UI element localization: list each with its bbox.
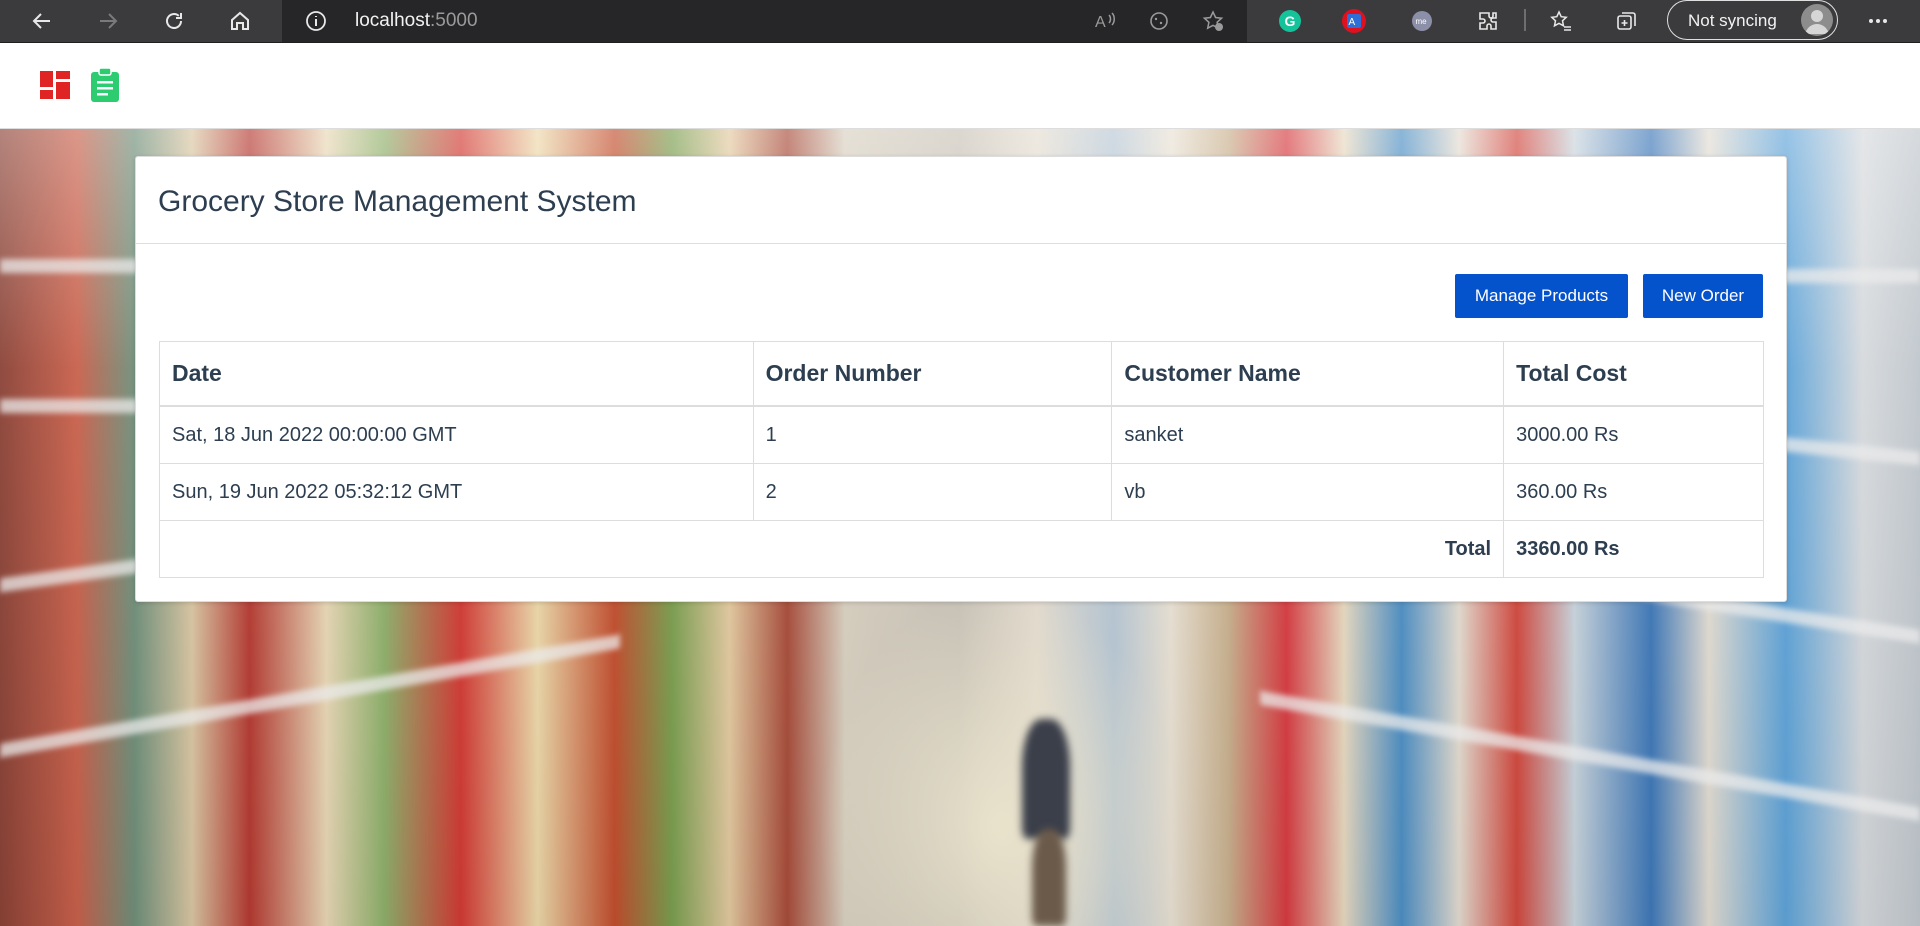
cell-customer-name: vb <box>1111 463 1505 521</box>
cell-order-number: 1 <box>752 405 1113 464</box>
add-favorite-icon[interactable] <box>1197 5 1229 37</box>
collections-icon[interactable] <box>1611 5 1643 37</box>
back-icon[interactable] <box>26 5 58 37</box>
panel-heading: Grocery Store Management System <box>136 157 1786 244</box>
browser-toolbar: localhost:5000 A G A me Not syncing <box>0 0 1920 43</box>
orders-panel: Grocery Store Management System Manage P… <box>135 156 1787 602</box>
home-icon[interactable] <box>224 5 256 37</box>
url-port: :5000 <box>430 10 478 31</box>
profile-sync-button[interactable]: Not syncing <box>1667 0 1838 40</box>
extensions-icon[interactable] <box>1472 5 1504 37</box>
address-bar[interactable]: localhost:5000 A <box>282 0 1247 42</box>
table-total-row: Total 3360.00 Rs <box>158 520 1764 578</box>
dashboard-icon[interactable] <box>40 68 70 102</box>
cell-customer-name: sanket <box>1111 405 1505 464</box>
orders-table: Date Order Number Customer Name Total Co… <box>158 341 1764 578</box>
url-host: localhost <box>355 10 430 31</box>
table-row: Sat, 18 Jun 2022 00:00:00 GMT 1 sanket 3… <box>159 405 1764 464</box>
cell-date: Sun, 19 Jun 2022 05:32:12 GMT <box>159 463 754 521</box>
translate-icon[interactable]: A <box>1338 5 1370 37</box>
svg-text:G: G <box>1285 13 1296 29</box>
svg-text:A: A <box>1349 17 1356 28</box>
site-info-icon[interactable] <box>304 9 328 33</box>
forward-icon[interactable] <box>92 5 124 37</box>
column-header-customer-name: Customer Name <box>1111 341 1505 407</box>
new-order-button[interactable]: New Order <box>1643 274 1763 318</box>
cell-order-number: 2 <box>752 463 1113 521</box>
favorites-icon[interactable] <box>1545 5 1577 37</box>
svg-text:A: A <box>1095 14 1106 31</box>
svg-text:me: me <box>1416 17 1428 26</box>
total-label: Total <box>158 520 1505 578</box>
cell-date: Sat, 18 Jun 2022 00:00:00 GMT <box>159 405 754 464</box>
extension-me-icon[interactable]: me <box>1406 5 1438 37</box>
column-header-date: Date <box>159 341 754 407</box>
page-title: Grocery Store Management System <box>158 185 637 218</box>
grand-total-value: 3360.00 Rs <box>1503 520 1764 578</box>
cell-total-cost: 3000.00 Rs <box>1503 405 1764 464</box>
column-header-total-cost: Total Cost <box>1503 341 1764 407</box>
clipboard-icon[interactable] <box>90 67 120 102</box>
cookie-icon[interactable] <box>1143 5 1175 37</box>
avatar <box>1801 4 1833 36</box>
read-aloud-icon[interactable]: A <box>1089 5 1121 37</box>
column-header-order-number: Order Number <box>752 341 1113 407</box>
toolbar-divider <box>1524 9 1526 31</box>
table-row: Sun, 19 Jun 2022 05:32:12 GMT 2 vb 360.0… <box>159 463 1764 521</box>
manage-products-button[interactable]: Manage Products <box>1455 274 1628 318</box>
grammarly-icon[interactable]: G <box>1274 5 1306 37</box>
table-header-row: Date Order Number Customer Name Total Co… <box>159 341 1764 407</box>
app-header <box>0 43 1920 129</box>
cell-total-cost: 360.00 Rs <box>1503 463 1764 521</box>
sync-label: Not syncing <box>1688 11 1777 30</box>
url-text[interactable]: localhost:5000 <box>355 10 478 32</box>
refresh-icon[interactable] <box>158 5 190 37</box>
more-icon[interactable] <box>1862 5 1894 37</box>
